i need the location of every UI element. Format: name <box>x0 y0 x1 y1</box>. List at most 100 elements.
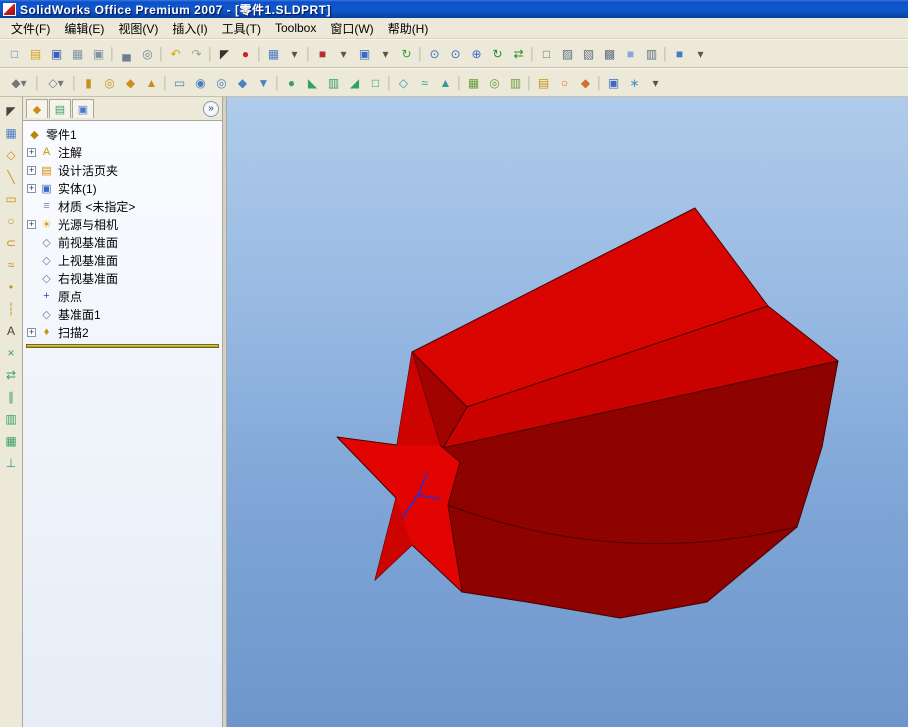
save-button[interactable]: ▣ <box>46 43 67 64</box>
tree-item-solid-bodies[interactable]: + ▣ 实体(1) <box>27 179 220 197</box>
configurationmanager-tab[interactable]: ▣ <box>72 99 94 118</box>
swept-boss-button[interactable]: ◆ <box>120 72 141 93</box>
curves-button[interactable]: ≈ <box>414 72 435 93</box>
new-document-button[interactable]: □ <box>4 43 25 64</box>
make-assembly-button[interactable]: ▣ <box>88 43 109 64</box>
arc-tool-button[interactable]: ⊂ <box>1 232 22 253</box>
view-settings-button[interactable]: ■ <box>669 43 690 64</box>
chamfer-button[interactable]: ◣ <box>302 72 323 93</box>
wireframe-button[interactable]: □ <box>536 43 557 64</box>
smart-dimension-button[interactable]: ◇ <box>1 144 22 165</box>
redo-button[interactable]: ↷ <box>186 43 207 64</box>
menu-tools[interactable]: 工具(T) <box>215 18 268 39</box>
lofted-boss-button[interactable]: ▲ <box>141 72 162 93</box>
view-orientation-button[interactable]: ■ <box>312 43 333 64</box>
model-star[interactable] <box>336 207 839 619</box>
menu-help[interactable]: 帮助(H) <box>381 18 436 39</box>
menu-toolbox[interactable]: Toolbox <box>268 19 323 37</box>
standard-views-dropdown[interactable]: ▾ <box>375 43 396 64</box>
select-tool-button[interactable]: ◤ <box>1 100 22 121</box>
select-arrow-button[interactable]: ◤ <box>214 43 235 64</box>
snap-options-button[interactable]: ∗ <box>624 72 645 93</box>
tree-item-annotations[interactable]: + A 注解 <box>27 143 220 161</box>
propertymanager-tab[interactable]: ▤ <box>49 99 71 118</box>
shell-button[interactable]: □ <box>365 72 386 93</box>
menu-view[interactable]: 视图(V) <box>111 18 165 39</box>
hole-wizard-button[interactable]: ◉ <box>190 72 211 93</box>
undo-button[interactable]: ↶ <box>165 43 186 64</box>
rebuild-button[interactable]: ↻ <box>396 43 417 64</box>
offset-entities-button[interactable]: ∥ <box>1 386 22 407</box>
expand-toggle[interactable]: + <box>27 165 36 175</box>
tree-item-origin[interactable]: + 原点 <box>27 287 220 305</box>
trim-entities-button[interactable]: × <box>1 342 22 363</box>
sheet-metal-button[interactable]: ▤ <box>533 72 554 93</box>
hidden-lines-removed-button[interactable]: ▧ <box>578 43 599 64</box>
shaded-button[interactable]: ■ <box>620 43 641 64</box>
tree-item-lights-cameras[interactable]: + ☀ 光源与相机 <box>27 215 220 233</box>
extruded-boss-button[interactable]: ▮ <box>78 72 99 93</box>
add-relations-button[interactable]: ⊥ <box>1 452 22 473</box>
swept-cut-button[interactable]: ◆ <box>232 72 253 93</box>
rotate-view-button[interactable]: ↻ <box>487 43 508 64</box>
revolved-cut-button[interactable]: ◎ <box>211 72 232 93</box>
text-tool-button[interactable]: A <box>1 320 22 341</box>
selection-filter-toggle[interactable]: ● <box>235 43 256 64</box>
tree-item-sweep2[interactable]: + ♦ 扫描2 <box>27 323 220 341</box>
tree-item-material[interactable]: ≡ 材质 <未指定> <box>27 197 220 215</box>
circular-pattern-button[interactable]: ◎ <box>484 72 505 93</box>
draft-button[interactable]: ◢ <box>344 72 365 93</box>
make-drawing-button[interactable]: ▦ <box>67 43 88 64</box>
collapse-panel-button[interactable]: » <box>203 100 219 117</box>
mirror-feature-button[interactable]: ▥ <box>505 72 526 93</box>
menu-insert[interactable]: 插入(I) <box>165 18 214 39</box>
centerline-tool-button[interactable]: ┆ <box>1 298 22 319</box>
lofted-cut-button[interactable]: ▼ <box>253 72 274 93</box>
extruded-cut-button[interactable]: ▭ <box>169 72 190 93</box>
pan-view-button[interactable]: ⇄ <box>508 43 529 64</box>
mold-tools-button[interactable]: ◆ <box>575 72 596 93</box>
point-tool-button[interactable]: • <box>1 276 22 297</box>
zoom-in-out-button[interactable]: ⊕ <box>466 43 487 64</box>
featuremanager-tab[interactable]: ◆ <box>26 99 48 118</box>
hidden-lines-visible-button[interactable]: ▨ <box>557 43 578 64</box>
feature-palette-combo[interactable]: ◆▾ <box>4 72 34 93</box>
zoom-to-fit-button[interactable]: ⊙ <box>424 43 445 64</box>
circle-tool-button[interactable]: ○ <box>1 210 22 231</box>
sketch-tool-button[interactable]: ▦ <box>1 122 22 143</box>
fillet-button[interactable]: ● <box>281 72 302 93</box>
expand-toggle[interactable]: + <box>27 219 36 229</box>
tree-item-top-plane[interactable]: ◇ 上视基准面 <box>27 251 220 269</box>
expand-toggle[interactable]: + <box>27 327 36 337</box>
tree-item-front-plane[interactable]: ◇ 前视基准面 <box>27 233 220 251</box>
rollback-bar[interactable] <box>26 344 219 348</box>
dimension-style-combo[interactable]: ◇▾ <box>41 72 71 93</box>
expand-toggle[interactable]: + <box>27 183 36 193</box>
surfaces-button[interactable]: ○ <box>554 72 575 93</box>
line-tool-button[interactable]: ╲ <box>1 166 22 187</box>
expand-toggle[interactable]: + <box>27 147 36 157</box>
sketch-button[interactable]: ▦ <box>263 43 284 64</box>
standard-views-button[interactable]: ▣ <box>354 43 375 64</box>
menu-file[interactable]: 文件(F) <box>4 18 57 39</box>
tree-item-part[interactable]: ◆ 零件1 <box>27 125 220 143</box>
sketch-dropdown[interactable]: ▾ <box>284 43 305 64</box>
instant3d-button[interactable]: ▲ <box>435 72 456 93</box>
model-canvas[interactable] <box>227 97 908 727</box>
tree-item-plane1[interactable]: ◇ 基准面1 <box>27 305 220 323</box>
mirror-entities-button[interactable]: ▥ <box>1 408 22 429</box>
graphics-viewport[interactable] <box>227 97 908 727</box>
menu-edit[interactable]: 编辑(E) <box>57 18 111 39</box>
open-document-button[interactable]: ▤ <box>25 43 46 64</box>
rib-button[interactable]: ▥ <box>323 72 344 93</box>
shaded-with-edges-button[interactable]: ▩ <box>599 43 620 64</box>
print-preview-button[interactable]: ◎ <box>137 43 158 64</box>
zoom-to-area-button[interactable]: ⊙ <box>445 43 466 64</box>
rectangle-tool-button[interactable]: ▭ <box>1 188 22 209</box>
menu-window[interactable]: 窗口(W) <box>323 18 380 39</box>
display-dropdown[interactable]: ▾ <box>690 43 711 64</box>
features-dropdown[interactable]: ▾ <box>645 72 666 93</box>
tree-item-design-binder[interactable]: + ▤ 设计活页夹 <box>27 161 220 179</box>
sketch-pattern-button[interactable]: ▦ <box>1 430 22 451</box>
spline-tool-button[interactable]: ≈ <box>1 254 22 275</box>
